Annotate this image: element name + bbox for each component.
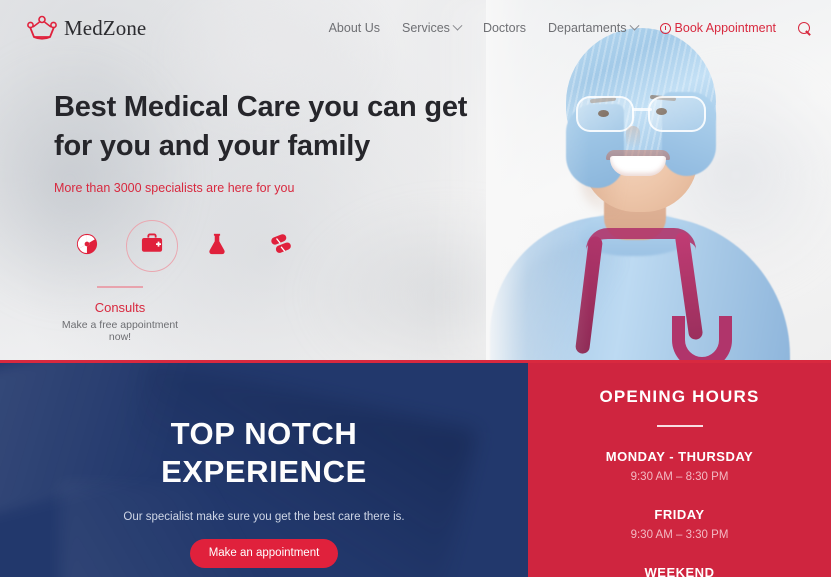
lab-flask-icon [207, 233, 227, 260]
chevron-down-icon [452, 20, 463, 31]
main-navigation: About Us Services Doctors Departaments B… [329, 20, 811, 35]
logo-text: MedZone [64, 15, 147, 40]
service-icon-row [54, 218, 314, 274]
opening-hours-day: WEEKEND [644, 565, 715, 577]
medical-briefcase-icon [140, 233, 164, 260]
hero-title-line-2: for you and your family [54, 129, 371, 162]
page-root: MedZone About Us Services Doctors Depart… [0, 0, 831, 577]
hero-subtitle: More than 3000 specialists are here for … [54, 181, 295, 196]
nav-label: Departaments [548, 21, 627, 35]
active-service-ring [125, 220, 178, 272]
service-pharmacy[interactable] [249, 218, 314, 274]
opening-hours-section: OPENING HOURS MONDAY - THURSDAY 9:30 AM … [528, 363, 831, 577]
hero-title-line-1: Best Medical Care you can get [54, 91, 468, 123]
hero-copy: Best Medical Care you can get for you an… [54, 88, 467, 195]
search-icon[interactable] [798, 21, 811, 35]
nav-label: Doctors [482, 21, 527, 35]
experience-section: TOP NOTCH EXPERIENCE Our specialist make… [0, 363, 528, 577]
opening-hours-row: FRIDAY 9:30 AM – 3:30 PM [528, 507, 831, 541]
opening-hours-row: MONDAY - THURSDAY 9:30 AM – 8:30 PM [528, 449, 831, 483]
nav-item-about-us[interactable]: About Us [329, 21, 380, 35]
service-selector: Consults Make a free appointment now! [54, 218, 314, 343]
nav-label: About Us [328, 21, 380, 35]
opening-hours-title: OPENING HOURS [599, 387, 760, 406]
experience-content: TOP NOTCH EXPERIENCE Our specialist make… [0, 363, 528, 577]
experience-title-line-1: TOP NOTCH [170, 416, 358, 451]
opening-hours-time: 9:30 AM – 3:30 PM [630, 529, 729, 541]
experience-title-line-2: EXPERIENCE [161, 453, 367, 489]
crown-medical-logo-icon [25, 15, 59, 41]
radiation-icon [76, 233, 98, 260]
book-appointment-link[interactable]: Book Appointment [659, 21, 776, 35]
nav-item-services[interactable]: Services [402, 20, 463, 35]
make-appointment-button[interactable]: Make an appointment [190, 538, 338, 568]
experience-subtitle: Our specialist make sure you get the bes… [123, 510, 405, 523]
nav-label: Services [402, 21, 450, 35]
logo[interactable]: MedZone [25, 15, 146, 41]
chevron-down-icon [629, 20, 639, 31]
opening-hours-row: WEEKEND [528, 565, 831, 577]
page-title: Best Medical Care you can get for you an… [54, 88, 467, 165]
active-service-note: Make a free appointment now! [61, 319, 179, 343]
opening-hours-rule [656, 425, 703, 427]
service-consults[interactable] [119, 218, 184, 274]
nav-item-doctors[interactable]: Doctors [483, 21, 526, 35]
pills-icon [270, 233, 294, 260]
service-laboratory[interactable] [184, 218, 249, 274]
active-service-underline [97, 286, 143, 288]
experience-title: TOP NOTCH EXPERIENCE [0, 415, 528, 491]
opening-hours-day: MONDAY - THURSDAY [605, 449, 754, 464]
nav-item-departaments[interactable]: Departaments [548, 20, 639, 35]
opening-hours-time: 9:30 AM – 8:30 PM [630, 471, 729, 483]
opening-hours-day: FRIDAY [654, 507, 705, 522]
book-appointment-label: Book Appointment [674, 21, 776, 35]
service-radiology[interactable] [54, 218, 119, 274]
hero-section: MedZone About Us Services Doctors Depart… [0, 0, 831, 362]
active-service-title: Consults [94, 300, 146, 315]
active-service-caption: Consults Make a free appointment now! [54, 286, 186, 343]
site-header: MedZone About Us Services Doctors Depart… [0, 0, 831, 56]
section-divider [0, 360, 831, 363]
clock-icon [659, 22, 671, 34]
